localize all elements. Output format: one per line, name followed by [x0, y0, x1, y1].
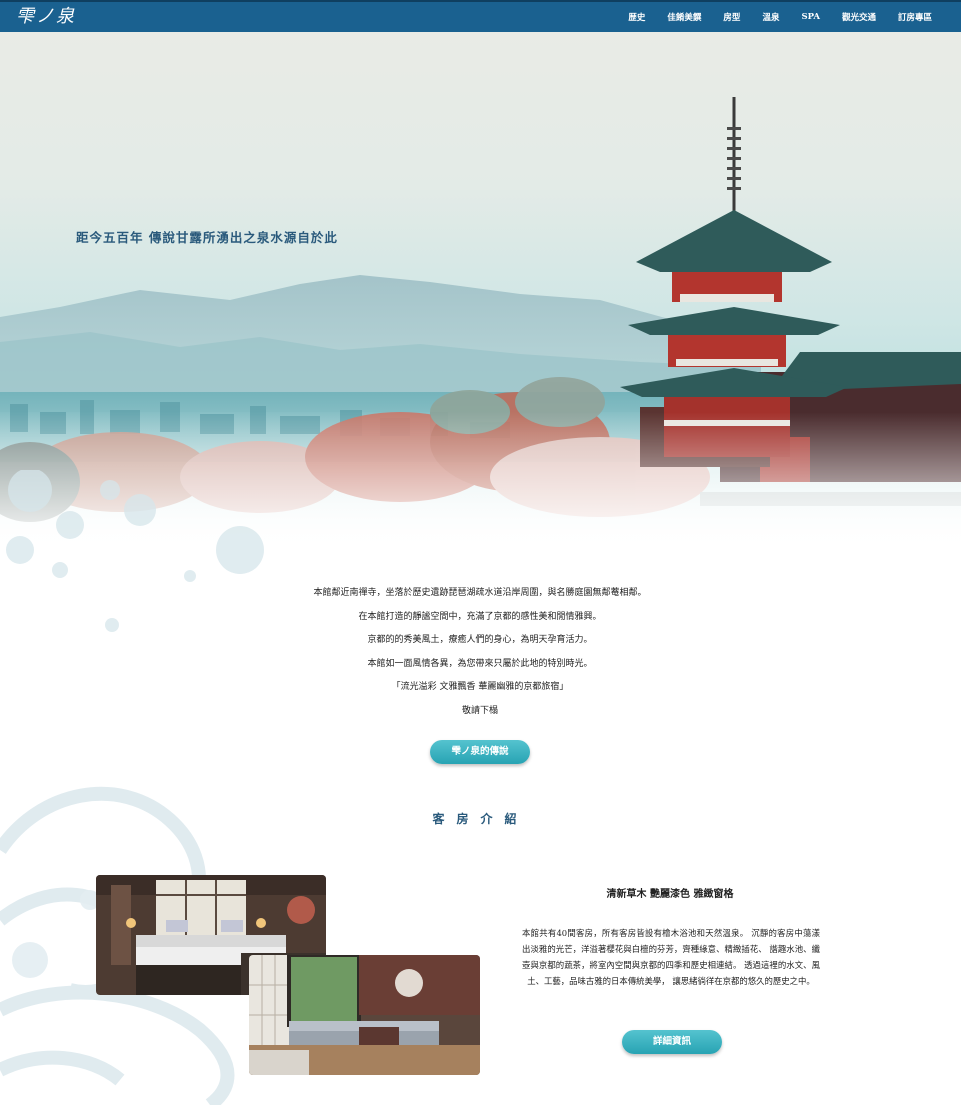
- nav-item-sightseeing[interactable]: 觀光交通: [831, 11, 887, 23]
- nav-item-cuisine[interactable]: 佳餚美饌: [656, 11, 712, 23]
- nav-item-onsen[interactable]: 溫泉: [751, 11, 790, 23]
- room-details-button[interactable]: 詳細資訊: [622, 1030, 722, 1054]
- intro-line: 京都的的秀美風土，療癒人們的身心，為明天孕育活力。: [367, 635, 593, 645]
- intro-line: 本館鄰近南禪寺，坐落於歷史遺跡琵琶湖疏水道沿岸周圍，與名勝庭園無鄰菴相鄰。: [313, 588, 647, 598]
- intro-line: 在本館打造的靜謐空間中，充滿了京都的感性美和閒情雅興。: [358, 611, 602, 622]
- nav-item-spa[interactable]: SPA: [790, 12, 831, 22]
- room-heading: 清新草木 艷麗漆色 雅緻窗格: [606, 889, 734, 900]
- nav-item-history[interactable]: 歴史: [617, 11, 656, 23]
- nav-item-rooms[interactable]: 房型: [712, 11, 751, 23]
- intro-text-block: 本館鄰近南禪寺，坐落於歷史遺跡琵琶湖疏水道沿岸周圍，與名勝庭園無鄰菴相鄰。 在本…: [230, 585, 730, 726]
- rooms-section-title: 客房介紹: [432, 812, 529, 826]
- top-nav-bar: 雫ノ泉 歴史 佳餚美饌 房型 溫泉 SPA 觀光交通 訂房專區: [0, 0, 961, 32]
- site-logo[interactable]: 雫ノ泉: [16, 4, 76, 30]
- legend-button[interactable]: 雫ノ泉的傳說: [430, 740, 530, 764]
- room-photo-living: [249, 955, 480, 1075]
- hero-tagline: 距今五百年 傳說甘露所湧出之泉水源自於此: [76, 230, 338, 245]
- room-description: 本館共有40間客房，所有客房皆設有檜木浴池和天然溫泉。 沉靜的客房中蕩漾出淡雅的…: [522, 928, 820, 986]
- living-room-image: [249, 955, 480, 1075]
- intro-line: 敬請下榻: [461, 705, 498, 716]
- intro-line: 本館如一面風情各異，為您帶來只屬於此地的特別時光。: [367, 658, 593, 669]
- nav-item-booking[interactable]: 訂房專區: [887, 11, 943, 23]
- main-nav: 歴史 佳餚美饌 房型 溫泉 SPA 觀光交通 訂房專區: [617, 2, 943, 32]
- intro-line: 「流光溢彩 文雅飄香 華麗幽雅的京都旅宿」: [391, 682, 569, 692]
